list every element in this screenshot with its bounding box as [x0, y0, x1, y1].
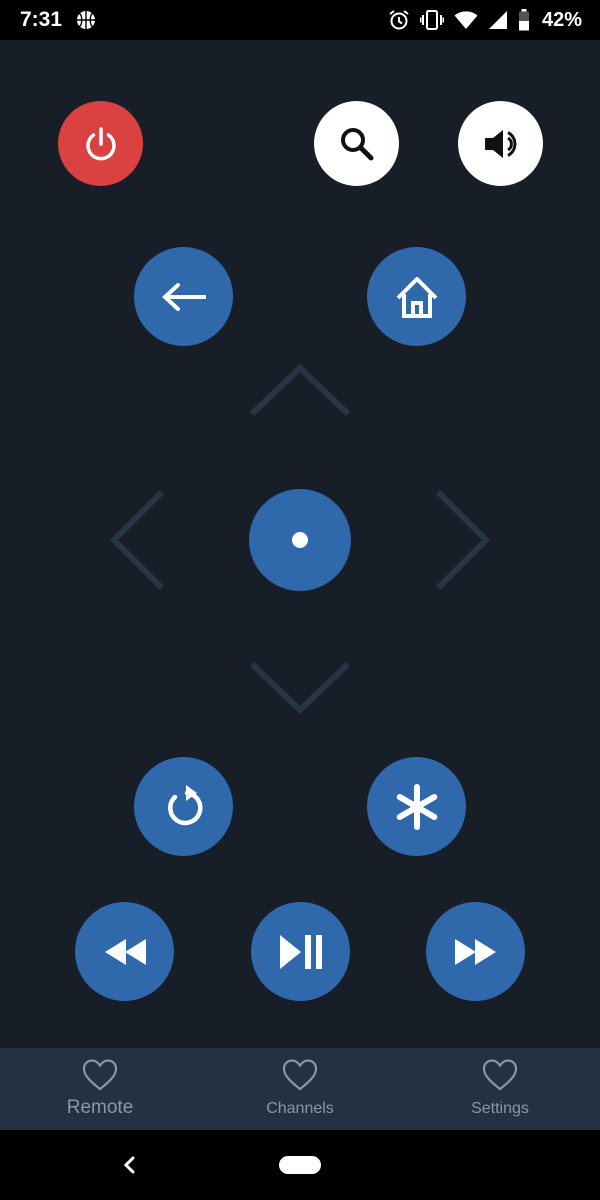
status-time: 7:31 [20, 8, 63, 31]
dpad-down-arrow[interactable] [248, 660, 352, 716]
system-back-button[interactable] [118, 1150, 142, 1180]
home-button[interactable] [367, 247, 466, 346]
system-nav-bar [0, 1130, 600, 1200]
ok-button[interactable] [249, 489, 351, 591]
asterisk-icon [393, 783, 441, 831]
play-pause-icon [277, 932, 325, 972]
power-icon [81, 124, 121, 164]
status-bar: 7:31 42% [0, 0, 600, 40]
rewind-icon [102, 935, 148, 969]
replay-icon [161, 783, 207, 831]
tab-settings-label: Settings [471, 1100, 529, 1117]
rewind-button[interactable] [75, 902, 174, 1001]
chevron-left-icon [118, 1156, 142, 1184]
options-button[interactable] [367, 757, 466, 856]
power-button[interactable] [58, 101, 143, 186]
battery-icon [518, 9, 530, 31]
dpad-left-arrow[interactable] [106, 488, 166, 592]
cell-signal-icon [488, 10, 508, 30]
alarm-icon [388, 9, 410, 31]
play-pause-button[interactable] [251, 902, 350, 1001]
battery-percent: 42% [541, 8, 582, 31]
dpad-up-arrow[interactable] [248, 362, 352, 418]
back-arrow-icon [158, 277, 210, 317]
tab-remote-label: Remote [66, 1097, 134, 1118]
tab-channels[interactable]: Channels [200, 1048, 400, 1130]
search-button[interactable] [314, 101, 399, 186]
back-button[interactable] [134, 247, 233, 346]
fast-forward-button[interactable] [426, 902, 525, 1001]
wifi-icon [454, 10, 478, 30]
home-icon [393, 273, 441, 321]
status-icons: 42% [388, 8, 582, 32]
fast-forward-icon [453, 935, 499, 969]
search-icon [337, 124, 377, 164]
bottom-tab-bar: Remote Channels Settings [0, 1048, 600, 1130]
vibrate-icon [419, 9, 444, 31]
volume-icon [481, 124, 521, 164]
tab-settings[interactable]: Settings [400, 1048, 600, 1130]
volume-button[interactable] [458, 101, 543, 186]
tab-remote[interactable]: Remote [0, 1048, 200, 1130]
tab-channels-label: Channels [266, 1100, 334, 1117]
system-home-pill[interactable] [279, 1156, 321, 1174]
dpad-right-arrow[interactable] [434, 488, 494, 592]
basketball-icon [76, 10, 96, 30]
replay-button[interactable] [134, 757, 233, 856]
ok-dot-icon [291, 531, 309, 549]
